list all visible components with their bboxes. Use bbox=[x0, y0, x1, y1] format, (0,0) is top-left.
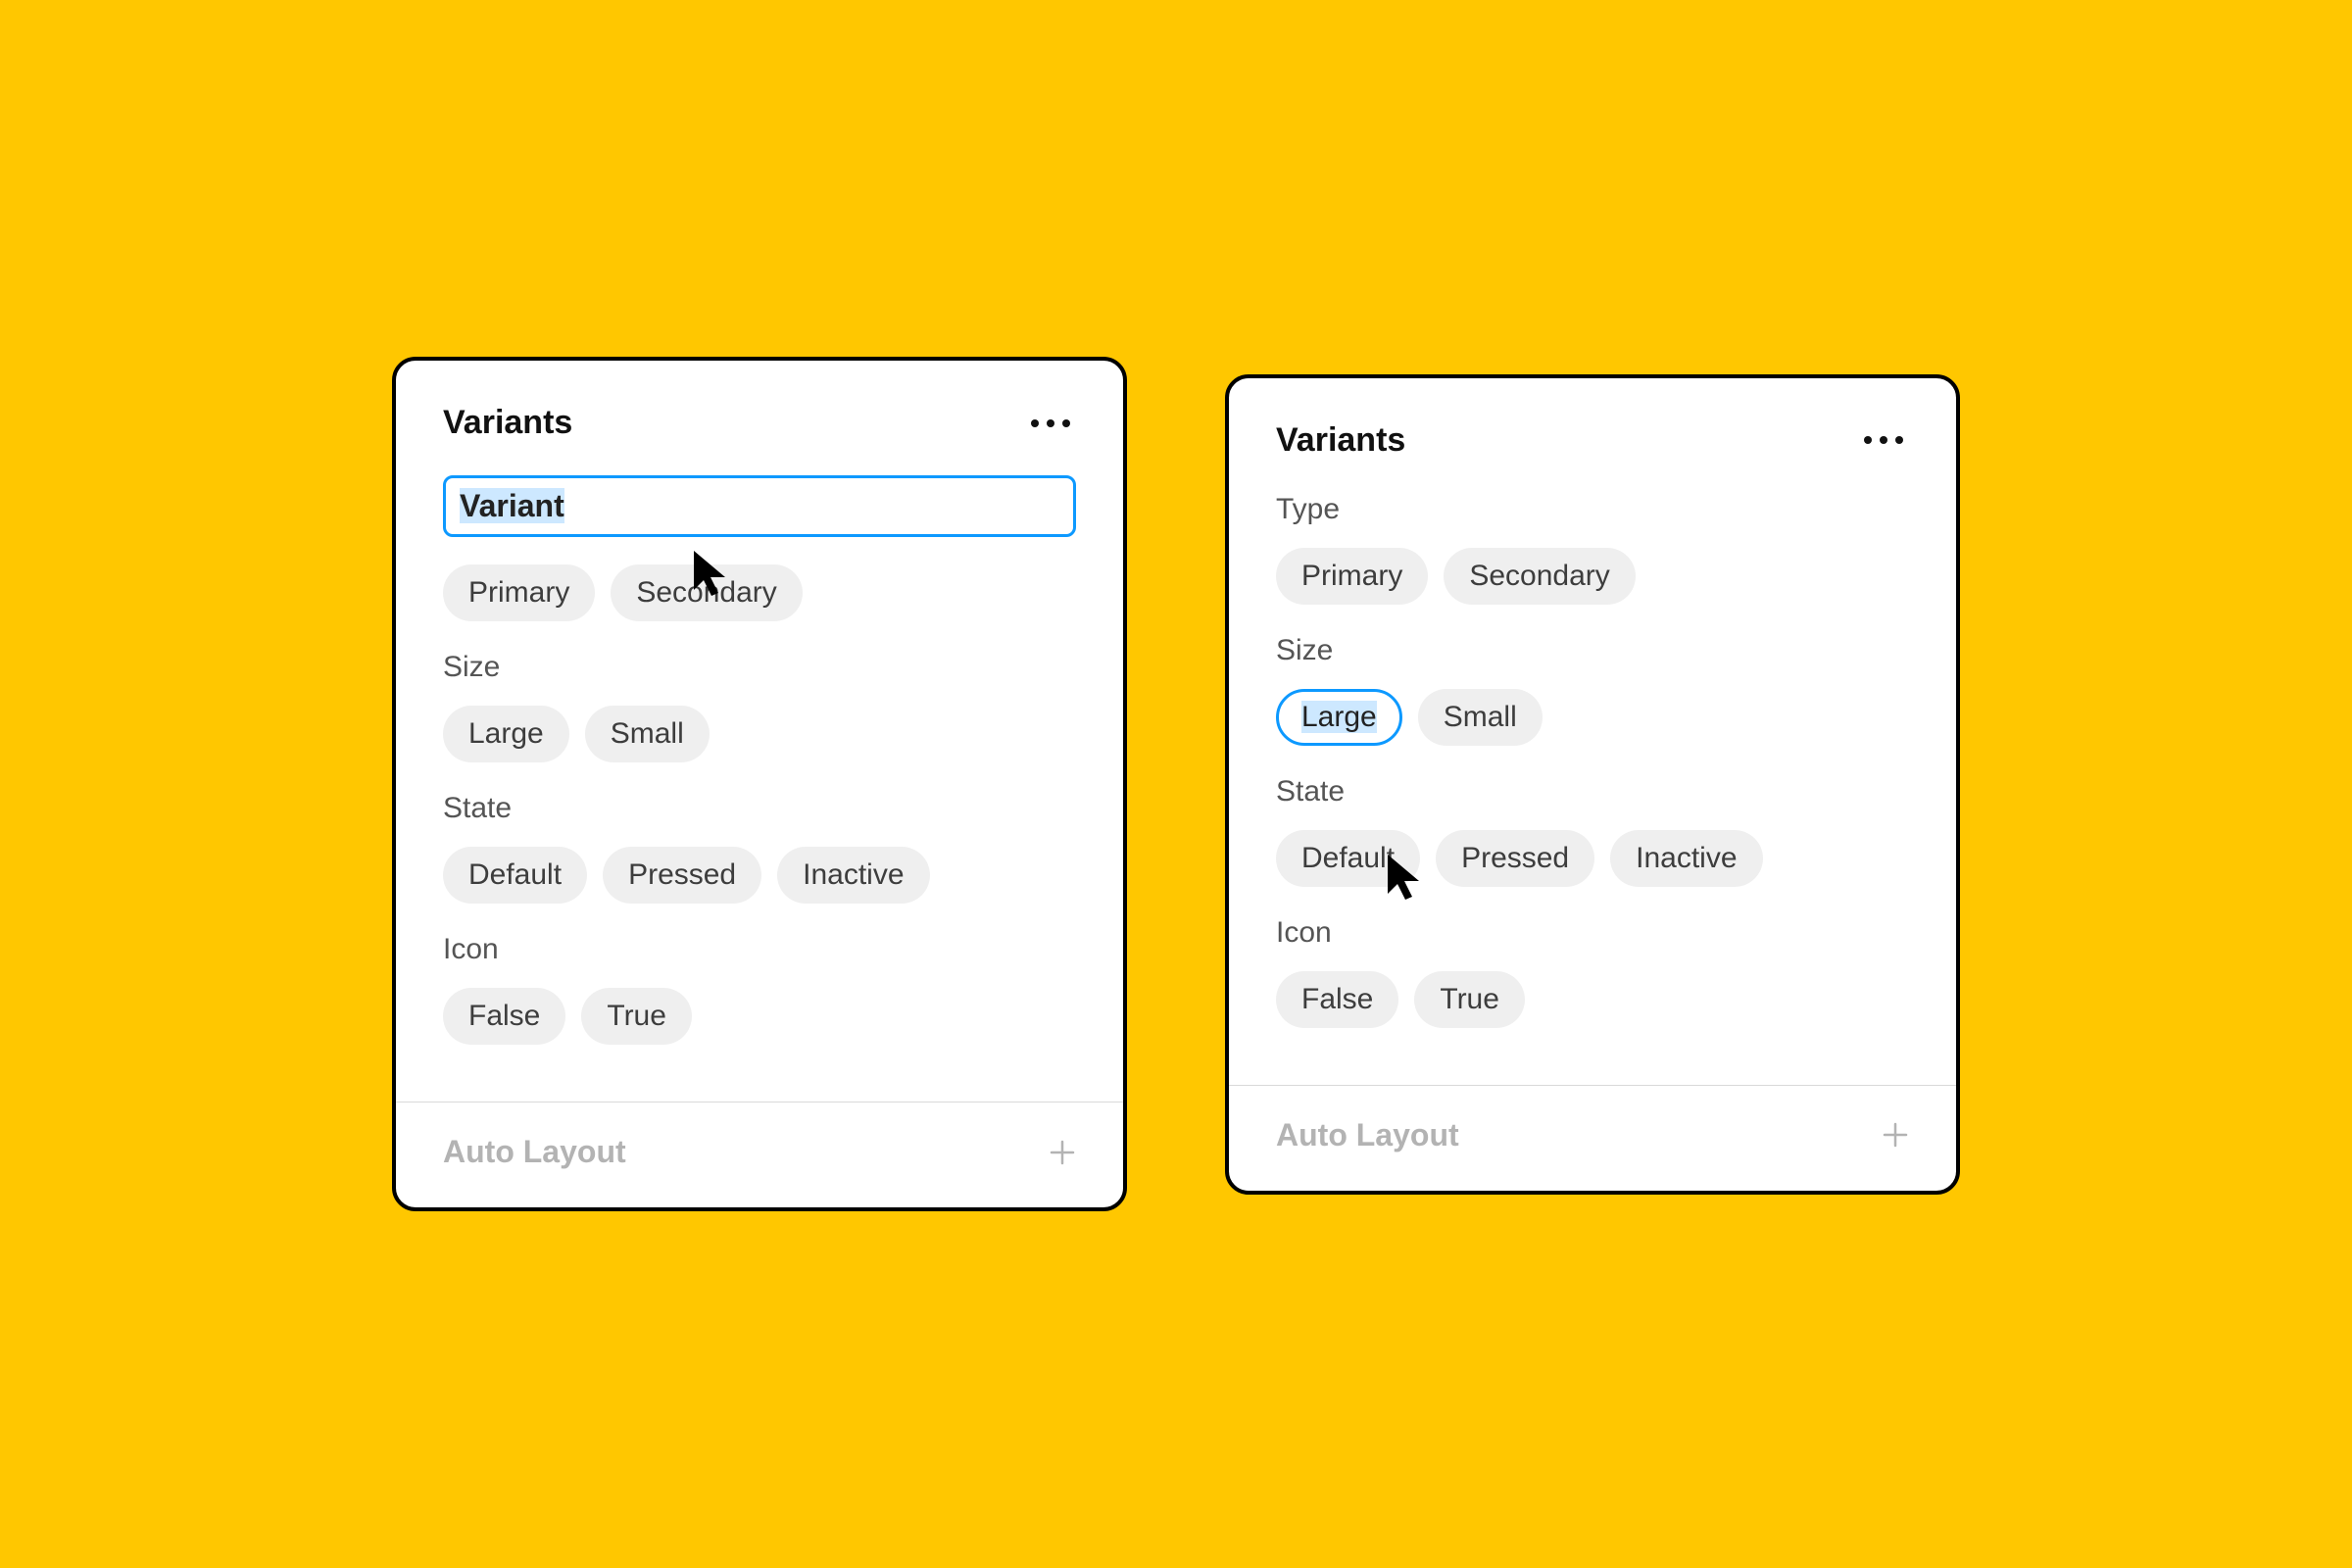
property-label[interactable]: Size bbox=[1276, 634, 1909, 667]
chip-row: Default Pressed Inactive bbox=[443, 847, 1076, 904]
plus-icon[interactable] bbox=[1049, 1139, 1076, 1166]
chip-row: Primary Secondary bbox=[443, 564, 1076, 621]
variant-chip[interactable]: Small bbox=[1418, 689, 1543, 746]
property-label[interactable]: Type bbox=[1276, 493, 1909, 526]
variant-chip[interactable]: Default bbox=[1276, 830, 1420, 887]
panel-header: Variants bbox=[443, 404, 1076, 442]
variants-panel-right: Variants Type Primary Secondary Size Lar… bbox=[1225, 374, 1960, 1195]
variant-chip[interactable]: Secondary bbox=[611, 564, 802, 621]
variant-chip[interactable]: Inactive bbox=[1610, 830, 1762, 887]
property-label[interactable]: Icon bbox=[443, 933, 1076, 966]
panel-title: Variants bbox=[443, 404, 572, 442]
variant-chip[interactable]: True bbox=[581, 988, 692, 1045]
more-options-icon[interactable] bbox=[1031, 419, 1076, 427]
variant-chip[interactable]: False bbox=[443, 988, 565, 1045]
property-label[interactable]: Icon bbox=[1276, 916, 1909, 950]
auto-layout-label: Auto Layout bbox=[443, 1134, 626, 1170]
variant-chip[interactable]: Primary bbox=[1276, 548, 1428, 605]
variant-chip[interactable]: Large bbox=[443, 706, 569, 762]
panel-body: Variants Type Primary Secondary Size Lar… bbox=[1229, 378, 1956, 1085]
property-name-input[interactable]: Variant bbox=[443, 475, 1076, 537]
chip-row: False True bbox=[1276, 971, 1909, 1028]
panel-header: Variants bbox=[1276, 421, 1909, 460]
variant-chip[interactable]: Default bbox=[443, 847, 587, 904]
property-label[interactable]: State bbox=[1276, 775, 1909, 808]
chip-row: Default Pressed Inactive bbox=[1276, 830, 1909, 887]
chip-row: Primary Secondary bbox=[1276, 548, 1909, 605]
auto-layout-row[interactable]: Auto Layout bbox=[396, 1102, 1123, 1207]
panel-body: Variants Variant Primary Secondary Size … bbox=[396, 361, 1123, 1102]
chip-row: Large Small bbox=[1276, 689, 1909, 746]
chip-row: Large Small bbox=[443, 706, 1076, 762]
chip-row: False True bbox=[443, 988, 1076, 1045]
variant-chip[interactable]: Inactive bbox=[777, 847, 929, 904]
property-label[interactable]: Size bbox=[443, 651, 1076, 684]
property-name-value: Variant bbox=[460, 488, 564, 523]
panel-title: Variants bbox=[1276, 421, 1405, 460]
property-label[interactable]: State bbox=[443, 792, 1076, 825]
more-options-icon[interactable] bbox=[1864, 436, 1909, 444]
auto-layout-row[interactable]: Auto Layout bbox=[1229, 1086, 1956, 1191]
variant-chip[interactable]: Primary bbox=[443, 564, 595, 621]
variant-chip[interactable]: Pressed bbox=[603, 847, 761, 904]
variant-chip[interactable]: True bbox=[1414, 971, 1525, 1028]
variant-chip[interactable]: Small bbox=[585, 706, 710, 762]
variant-chip[interactable]: Secondary bbox=[1444, 548, 1635, 605]
variants-panel-left: Variants Variant Primary Secondary Size … bbox=[392, 357, 1127, 1211]
plus-icon[interactable] bbox=[1882, 1121, 1909, 1149]
variant-chip[interactable]: False bbox=[1276, 971, 1398, 1028]
variant-chip[interactable]: Pressed bbox=[1436, 830, 1594, 887]
auto-layout-label: Auto Layout bbox=[1276, 1117, 1459, 1153]
variant-chip-editing[interactable]: Large bbox=[1276, 689, 1402, 746]
